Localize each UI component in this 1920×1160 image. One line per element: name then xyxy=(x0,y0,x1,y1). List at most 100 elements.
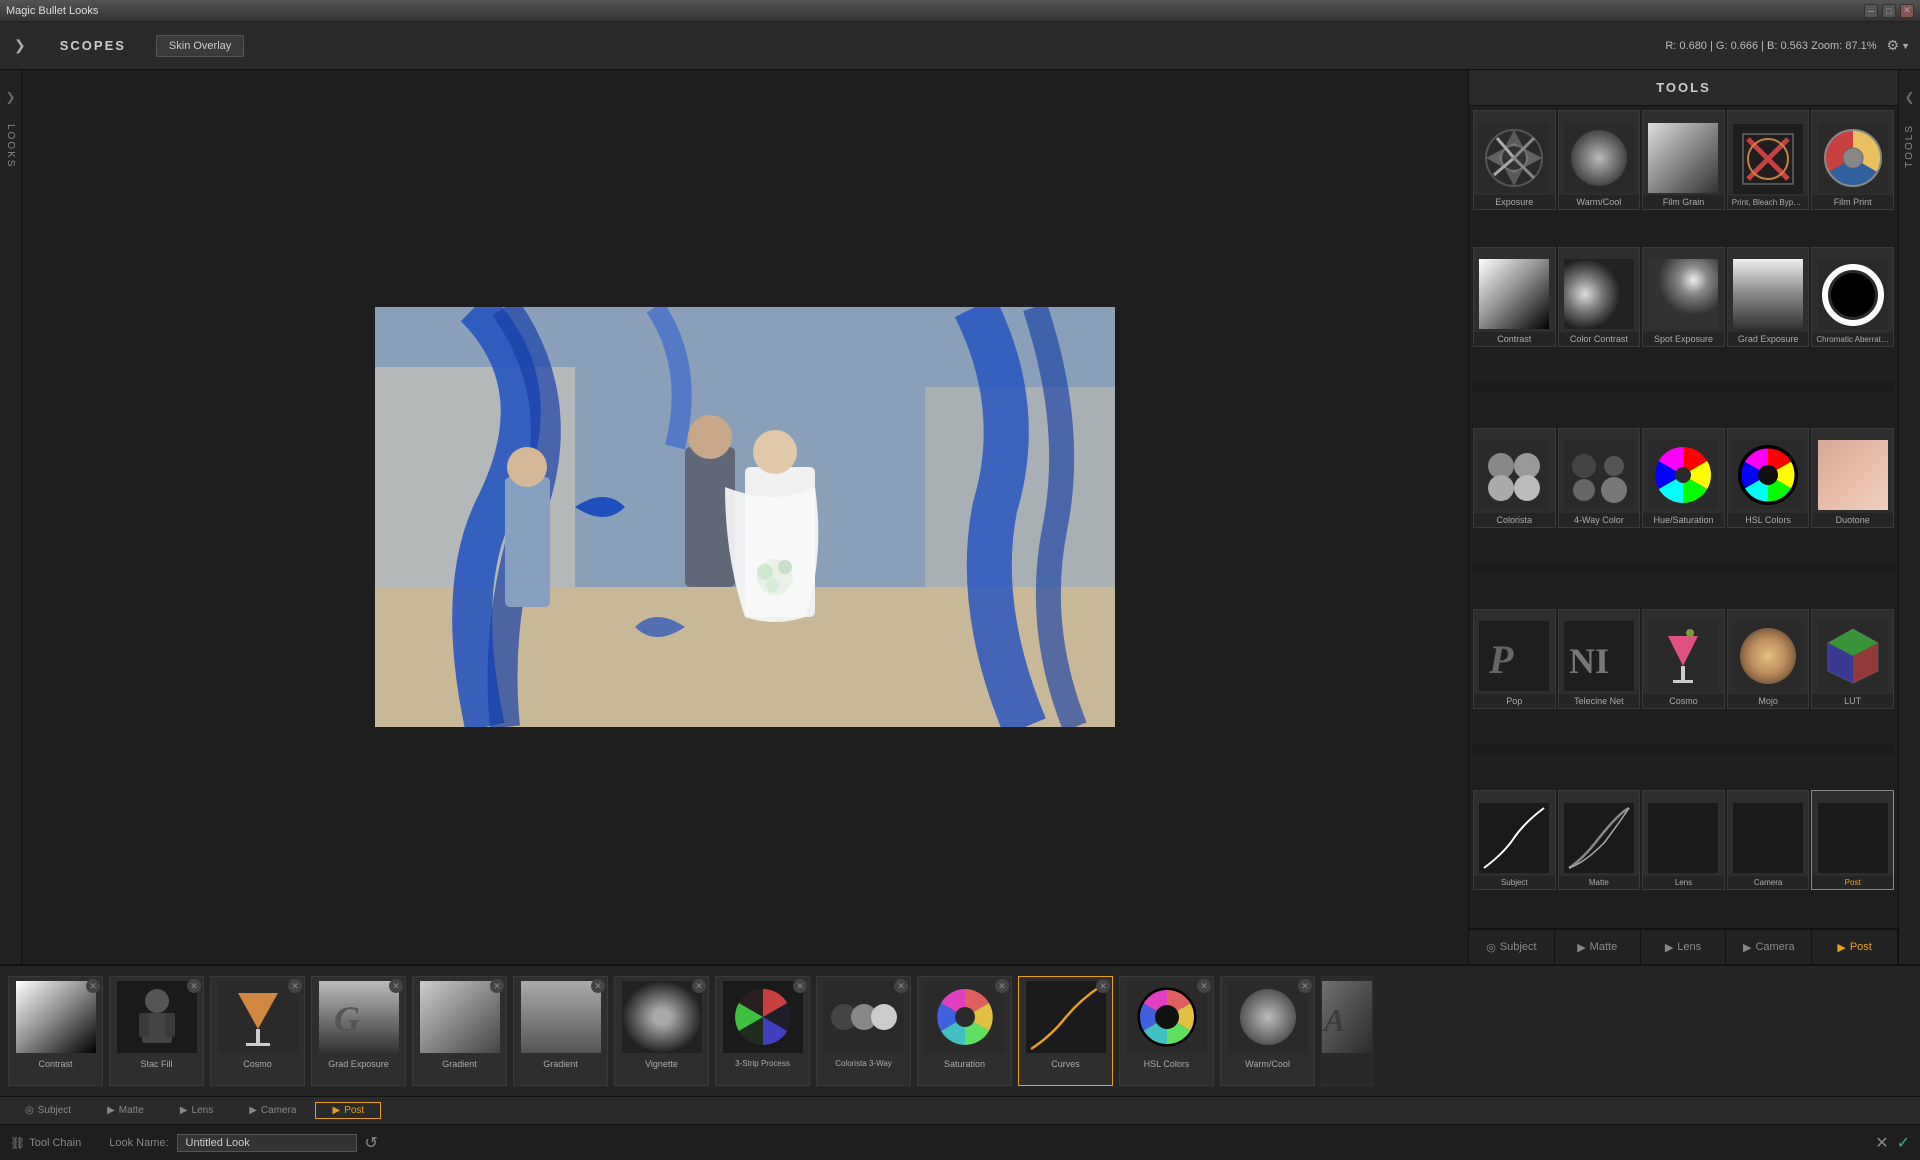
tool-duotone[interactable]: Duotone xyxy=(1811,428,1894,528)
tool-curves-subject[interactable]: Subject xyxy=(1473,790,1556,890)
strip-item-warmcool-close[interactable]: ✕ xyxy=(1298,979,1312,993)
tool-warm-cool-label: Warm/Cool xyxy=(1559,195,1640,209)
tool-curves-matte[interactable]: Matte xyxy=(1558,790,1641,890)
confirm-button[interactable]: ✓ xyxy=(1897,1133,1910,1153)
tool-film-grain[interactable]: Film Grain xyxy=(1642,110,1725,210)
svg-text:G: G xyxy=(334,999,360,1039)
close-toolbar-button[interactable]: ✕ xyxy=(1875,1133,1888,1153)
tab-camera[interactable]: ▶ Camera xyxy=(1726,930,1812,964)
tool-curves-post[interactable]: Post xyxy=(1811,790,1894,890)
tool-color-contrast[interactable]: Color Contrast xyxy=(1558,247,1641,347)
tool-grad-exposure[interactable]: Grad Exposure xyxy=(1727,247,1810,347)
strip-gradient2-label: Gradient xyxy=(514,1057,607,1071)
tools-panel: TOOLS xyxy=(1468,70,1898,964)
strip-tab-post[interactable]: ▶ Post xyxy=(315,1102,381,1119)
tool-duotone-label: Duotone xyxy=(1812,513,1893,527)
strip-item-gradient2[interactable]: ✕ Gradient xyxy=(513,976,608,1086)
tools-title: TOOLS xyxy=(1656,80,1711,95)
strip-item-curves[interactable]: ✕ Curves xyxy=(1018,976,1113,1086)
strip-tab-camera[interactable]: ▶ Camera xyxy=(232,1102,313,1119)
tool-cosmo[interactable]: Cosmo xyxy=(1642,609,1725,709)
tool-hue-saturation[interactable]: Hue/Saturation xyxy=(1642,428,1725,528)
tool-mojo[interactable]: Mojo xyxy=(1727,609,1810,709)
strip-tab-subject[interactable]: ◎ Subject xyxy=(8,1102,88,1119)
tool-spot-exposure[interactable]: Spot Exposure xyxy=(1642,247,1725,347)
tools-sidebar-label: TOOLS xyxy=(1904,124,1915,168)
tab-subject[interactable]: ◎ Subject xyxy=(1469,930,1555,964)
right-sidebar-arrow[interactable]: ❮ xyxy=(1904,90,1914,104)
tool-curves-camera[interactable]: Camera xyxy=(1727,790,1810,890)
scopes-label: SCOPES xyxy=(40,38,146,53)
strip-item-saturation-close[interactable]: ✕ xyxy=(995,979,1009,993)
strip-vignette-label: Vignette xyxy=(615,1057,708,1071)
strip-item-warmcool[interactable]: ✕ Warm/Cool xyxy=(1220,976,1315,1086)
strip-tab-lens[interactable]: ▶ Lens xyxy=(163,1102,230,1119)
strip-gradient1-label: Gradient xyxy=(413,1057,506,1071)
strip-item-contrast[interactable]: ✕ Contrast xyxy=(8,976,103,1086)
strip-item-gradient1-close[interactable]: ✕ xyxy=(490,979,504,993)
strip-item-cosmo2[interactable]: ✕ Cosmo xyxy=(210,976,305,1086)
tool-pop[interactable]: P Pop xyxy=(1473,609,1556,709)
look-name-input[interactable] xyxy=(177,1134,357,1152)
maximize-button[interactable]: □ xyxy=(1882,4,1896,18)
strip-tab-matte[interactable]: ▶ Matte xyxy=(90,1102,161,1119)
strip-item-gradient1[interactable]: ✕ Gradient xyxy=(412,976,507,1086)
strip-lens-label: Lens xyxy=(192,1105,214,1116)
tool-chromatic-aberration-label: Chromatic Aberration xyxy=(1812,333,1893,346)
tool-hsl-colors[interactable]: HSL Colors xyxy=(1727,428,1810,528)
tool-duotone-thumb xyxy=(1812,438,1893,513)
wedding-photo-svg xyxy=(375,307,1115,727)
tool-chromatic-aberration[interactable]: Chromatic Aberration xyxy=(1811,247,1894,347)
tool-curves-subject-thumb xyxy=(1474,801,1555,876)
strip-item-vignette-close[interactable]: ✕ xyxy=(692,979,706,993)
strip-item-colorista3way[interactable]: ✕ Colorista 3-Way xyxy=(816,976,911,1086)
strip-subject-label: Subject xyxy=(38,1105,71,1116)
tool-warm-cool[interactable]: Warm/Cool xyxy=(1558,110,1641,210)
strip-item-vignette[interactable]: ✕ Vignette xyxy=(614,976,709,1086)
left-sidebar-arrow[interactable]: ❯ xyxy=(5,90,15,104)
strip-item-partial[interactable]: A xyxy=(1321,976,1373,1086)
strip-item-3strip[interactable]: ✕ 3-Strip Process xyxy=(715,976,810,1086)
strip-item-stac[interactable]: ✕ Stac Fill xyxy=(109,976,204,1086)
strip-warmcool-label: Warm/Cool xyxy=(1221,1057,1314,1071)
tool-curves-lens[interactable]: Lens xyxy=(1642,790,1725,890)
looks-label: LOOKS xyxy=(5,124,16,168)
tool-colorista[interactable]: Colorista xyxy=(1473,428,1556,528)
tool-exposure[interactable]: Exposure xyxy=(1473,110,1556,210)
topbar-arrow[interactable]: ❯ xyxy=(10,33,30,58)
tool-curves-camera-label: Camera xyxy=(1728,876,1809,889)
strip-item-stac-close[interactable]: ✕ xyxy=(187,979,201,993)
strip-item-gradient2-close[interactable]: ✕ xyxy=(591,979,605,993)
bottom-strip: ✕ Contrast xyxy=(0,964,1920,1124)
strip-item-hslcolors-close[interactable]: ✕ xyxy=(1197,979,1211,993)
strip-item-3strip-close[interactable]: ✕ xyxy=(793,979,807,993)
minimize-button[interactable]: ─ xyxy=(1864,4,1878,18)
tool-print-bleach[interactable]: Print, Bleach Bypass xyxy=(1727,110,1810,210)
reset-button[interactable]: ↺ xyxy=(365,1133,378,1153)
strip-item-grad-close[interactable]: ✕ xyxy=(389,979,403,993)
strip-item-saturation[interactable]: ✕ Saturation xyxy=(917,976,1012,1086)
tab-post[interactable]: ▶ Post xyxy=(1812,930,1898,964)
tool-grad-exposure-label: Grad Exposure xyxy=(1728,332,1809,346)
tab-lens[interactable]: ▶ Lens xyxy=(1641,930,1727,964)
strip-item-colorista3way-close[interactable]: ✕ xyxy=(894,979,908,993)
tool-4way-color[interactable]: 4-Way Color xyxy=(1558,428,1641,528)
tool-film-print[interactable]: Film Print xyxy=(1811,110,1894,210)
strip-item-curves-close[interactable]: ✕ xyxy=(1096,979,1110,993)
tool-curves-post-thumb xyxy=(1812,801,1893,876)
tool-telecine-net[interactable]: NI Telecine Net xyxy=(1558,609,1641,709)
tool-chain-section: ⛓ Tool Chain xyxy=(10,1136,81,1150)
gear-button[interactable]: ⚙ ▼ xyxy=(1887,37,1910,54)
tab-matte-label: Matte xyxy=(1590,941,1618,953)
strip-matte-label: Matte xyxy=(119,1105,144,1116)
tool-lut[interactable]: LUT xyxy=(1811,609,1894,709)
close-button[interactable]: ✕ xyxy=(1900,4,1914,18)
strip-subject-icon: ◎ xyxy=(25,1105,34,1116)
strip-item-hslcolors[interactable]: ✕ HSL Colors xyxy=(1119,976,1214,1086)
strip-item-contrast-close[interactable]: ✕ xyxy=(86,979,100,993)
tool-contrast[interactable]: Contrast xyxy=(1473,247,1556,347)
strip-item-grad[interactable]: ✕ G Grad Exposure xyxy=(311,976,406,1086)
strip-item-cosmo2-close[interactable]: ✕ xyxy=(288,979,302,993)
skin-overlay-button[interactable]: Skin Overlay xyxy=(156,35,244,57)
tab-matte[interactable]: ▶ Matte xyxy=(1555,930,1641,964)
